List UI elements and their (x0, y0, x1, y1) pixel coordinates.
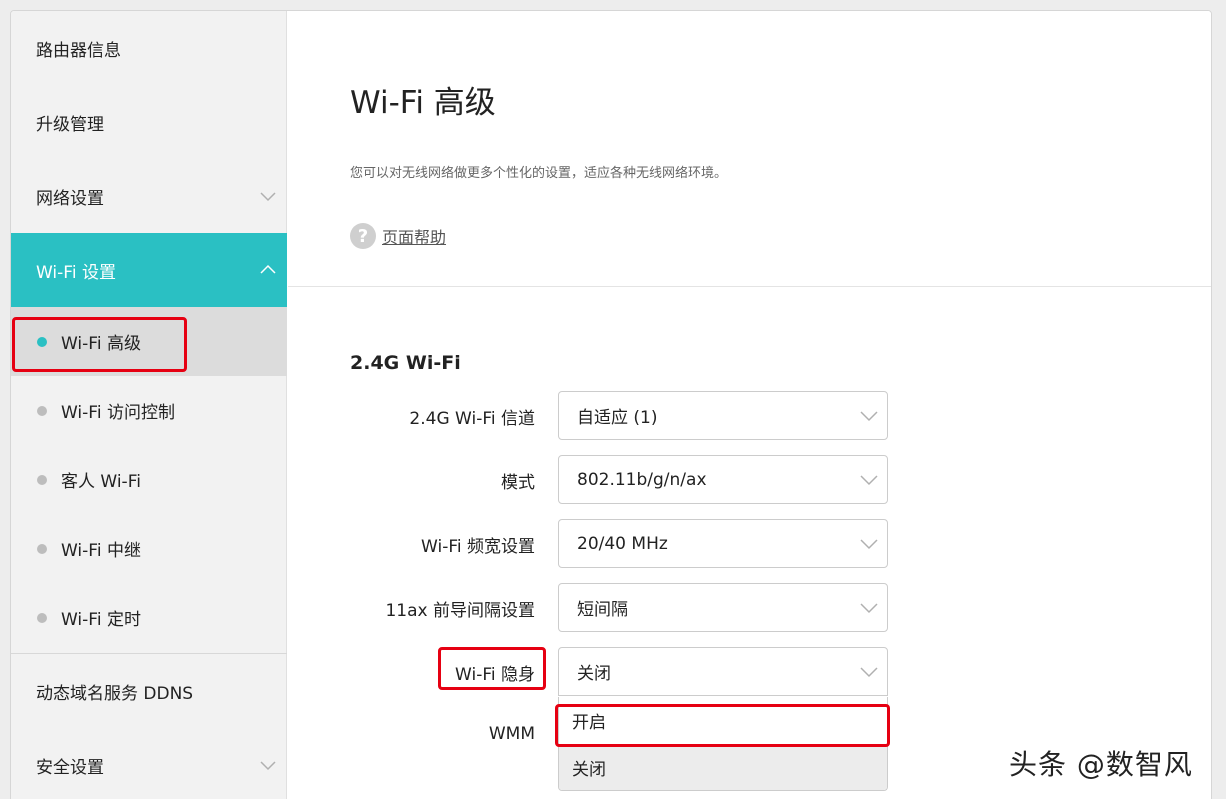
select-value: 20/40 MHz (577, 533, 668, 554)
sidebar-item-label: 升级管理 (36, 114, 104, 135)
dropdown-option-off[interactable]: 关闭 (559, 744, 887, 790)
select-value: 短间隔 (577, 600, 628, 620)
page-help[interactable]: ? 页面帮助 (350, 223, 446, 249)
sidebar-item-wifi-settings[interactable]: Wi-Fi 设置 (11, 233, 287, 307)
field-label-bandwidth: Wi-Fi 频宽设置 (421, 537, 535, 557)
sidebar: 路由器信息 升级管理 网络设置 Wi-Fi 设置 Wi-Fi 高级 Wi-Fi … (11, 11, 287, 799)
bullet-dot-icon (37, 612, 47, 623)
select-value: 关闭 (577, 664, 611, 684)
guard-interval-select[interactable]: 短间隔 (558, 583, 888, 632)
chevron-down-icon (860, 475, 878, 486)
sidebar-subitem-label: Wi-Fi 访问控制 (61, 403, 175, 423)
sidebar-item-label: Wi-Fi 设置 (36, 262, 116, 283)
select-value: 802.11b/g/n/ax (577, 469, 707, 490)
bandwidth-select[interactable]: 20/40 MHz (558, 519, 888, 568)
hide-ssid-select[interactable]: 关闭 (558, 647, 888, 696)
main-content: Wi-Fi 高级 您可以对无线网络做更多个性化的设置，适应各种无线网络环境。 ?… (288, 11, 1211, 799)
chevron-down-icon (260, 761, 276, 771)
sidebar-item-label: 安全设置 (36, 757, 104, 778)
section-divider (288, 286, 1211, 287)
sidebar-subitem-wifi-access-control[interactable]: Wi-Fi 访问控制 (11, 376, 287, 445)
sidebar-subitem-wifi-relay[interactable]: Wi-Fi 中继 (11, 514, 287, 583)
field-label-hide-ssid: Wi-Fi 隐身 (455, 665, 535, 685)
sidebar-subitem-label: Wi-Fi 定时 (61, 610, 141, 630)
hide-ssid-dropdown: 开启 关闭 (558, 697, 888, 791)
sidebar-subitem-label: Wi-Fi 高级 (61, 334, 141, 354)
page-title: Wi-Fi 高级 (350, 85, 496, 121)
chevron-down-icon (860, 539, 878, 550)
sidebar-subitem-label: Wi-Fi 中继 (61, 541, 141, 561)
bullet-dot-icon (37, 405, 47, 416)
field-label-wmm: WMM (488, 724, 535, 744)
chevron-down-icon (860, 667, 878, 678)
page-description: 您可以对无线网络做更多个性化的设置，适应各种无线网络环境。 (350, 166, 728, 181)
sidebar-item-label: 路由器信息 (36, 40, 121, 61)
bullet-dot-icon (37, 336, 47, 347)
bullet-dot-icon (37, 474, 47, 485)
watermark: 头条 @数智风 (1009, 748, 1193, 781)
chevron-down-icon (260, 192, 276, 202)
sidebar-item-security-settings[interactable]: 安全设置 (11, 728, 287, 799)
select-value: 自适应 (1) (577, 408, 658, 428)
sidebar-item-ddns[interactable]: 动态域名服务 DDNS (11, 654, 287, 728)
sidebar-item-upgrade[interactable]: 升级管理 (11, 85, 287, 159)
page-help-link[interactable]: 页面帮助 (382, 224, 446, 248)
channel-select[interactable]: 自适应 (1) (558, 391, 888, 440)
section-title-2g: 2.4G Wi-Fi (350, 352, 461, 374)
chevron-up-icon (260, 264, 276, 274)
field-label-guard-interval: 11ax 前导间隔设置 (385, 601, 535, 621)
sidebar-item-router-info[interactable]: 路由器信息 (11, 11, 287, 85)
chevron-down-icon (860, 603, 878, 614)
sidebar-subitem-wifi-advanced[interactable]: Wi-Fi 高级 (11, 307, 287, 376)
chevron-down-icon (860, 411, 878, 422)
question-icon: ? (350, 223, 376, 249)
sidebar-subitem-wifi-timer[interactable]: Wi-Fi 定时 (11, 583, 287, 652)
mode-select[interactable]: 802.11b/g/n/ax (558, 455, 888, 504)
sidebar-subitem-guest-wifi[interactable]: 客人 Wi-Fi (11, 445, 287, 514)
router-admin-window: 路由器信息 升级管理 网络设置 Wi-Fi 设置 Wi-Fi 高级 Wi-Fi … (10, 10, 1212, 799)
sidebar-item-label: 动态域名服务 DDNS (36, 683, 194, 704)
sidebar-item-label: 网络设置 (36, 188, 104, 209)
dropdown-option-on[interactable]: 开启 (559, 697, 887, 744)
bullet-dot-icon (37, 543, 47, 554)
field-label-mode: 模式 (501, 473, 535, 493)
field-label-channel: 2.4G Wi-Fi 信道 (409, 409, 535, 429)
sidebar-item-network-settings[interactable]: 网络设置 (11, 159, 287, 233)
sidebar-subitem-label: 客人 Wi-Fi (61, 472, 141, 492)
